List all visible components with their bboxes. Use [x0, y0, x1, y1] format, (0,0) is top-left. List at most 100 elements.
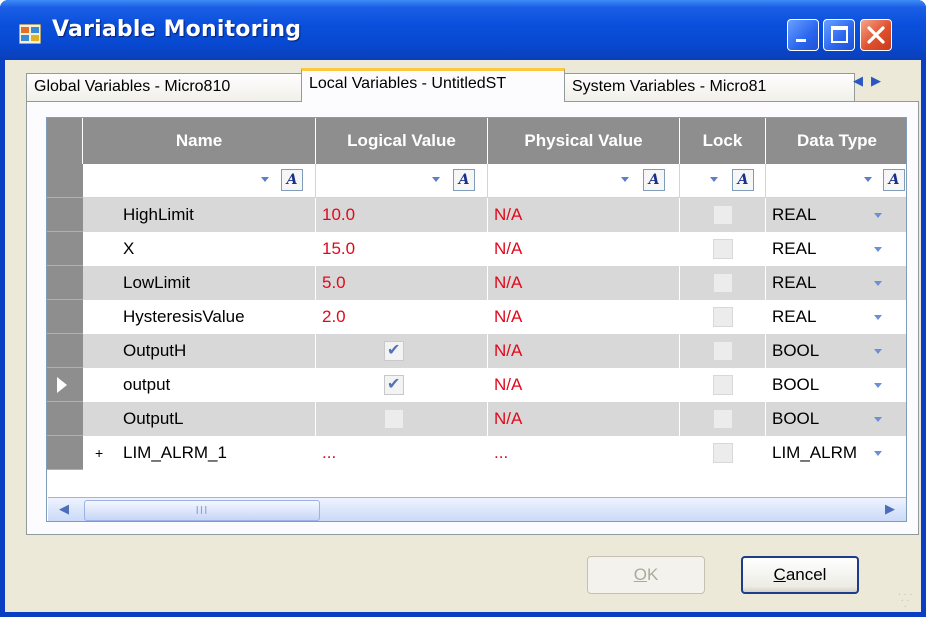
- column-header-physical-value[interactable]: Physical Value: [488, 118, 680, 164]
- table-row[interactable]: X 15.0 N/A REAL: [83, 232, 906, 266]
- text-filter-icon[interactable]: A: [732, 169, 754, 191]
- table-row[interactable]: + LIM_ALRM_1...... LIM_ALRM: [83, 436, 906, 470]
- cell-logical-value[interactable]: [316, 402, 488, 436]
- cell-data-type[interactable]: BOOL: [766, 368, 906, 402]
- row-header[interactable]: [47, 164, 83, 198]
- row-header[interactable]: [47, 198, 83, 232]
- cell-physical-value[interactable]: ...: [488, 436, 680, 470]
- cell-data-type[interactable]: REAL: [766, 198, 906, 232]
- cell-physical-value[interactable]: N/A: [488, 368, 680, 402]
- maximize-button[interactable]: [823, 19, 855, 51]
- table-row[interactable]: LowLimit 5.0 N/A REAL: [83, 266, 906, 300]
- cell-name[interactable]: OutputL: [83, 402, 316, 436]
- column-header-data-type[interactable]: Data Type: [766, 118, 906, 164]
- cell-physical-value[interactable]: N/A: [488, 266, 680, 300]
- row-header[interactable]: [47, 232, 83, 266]
- physical-value-filter-cell[interactable]: A: [488, 164, 680, 198]
- lock-checkbox[interactable]: [713, 239, 733, 259]
- lock-checkbox[interactable]: [713, 273, 733, 293]
- lock-checkbox[interactable]: [713, 375, 733, 395]
- lock-filter-cell[interactable]: A: [680, 164, 766, 198]
- minimize-button[interactable]: [787, 19, 819, 51]
- column-header-logical-value[interactable]: Logical Value: [316, 118, 488, 164]
- text-filter-icon[interactable]: A: [453, 169, 475, 191]
- chevron-left-icon[interactable]: ◀: [853, 74, 871, 89]
- cell-physical-value[interactable]: N/A: [488, 198, 680, 232]
- chevron-down-icon[interactable]: [621, 177, 629, 182]
- cell-logical-value[interactable]: ...: [316, 436, 488, 470]
- chevron-down-icon[interactable]: [432, 177, 440, 182]
- cell-physical-value[interactable]: N/A: [488, 334, 680, 368]
- cell-data-type[interactable]: BOOL: [766, 402, 906, 436]
- logical-value-checkbox[interactable]: [384, 409, 404, 429]
- title-bar[interactable]: Variable Monitoring: [0, 0, 926, 60]
- cancel-button[interactable]: Cancel: [741, 556, 859, 594]
- chevron-down-icon[interactable]: [874, 315, 882, 320]
- cell-data-type[interactable]: LIM_ALRM: [766, 436, 906, 470]
- row-header[interactable]: [47, 402, 83, 436]
- cell-logical-value[interactable]: 10.0: [316, 198, 488, 232]
- text-filter-icon[interactable]: A: [643, 169, 665, 191]
- lock-checkbox[interactable]: [713, 341, 733, 361]
- cell-physical-value[interactable]: N/A: [488, 402, 680, 436]
- data-type-filter-cell[interactable]: A: [766, 164, 906, 198]
- resize-grip-icon[interactable]: . . . . . .: [898, 589, 916, 610]
- cell-logical-value[interactable]: 15.0: [316, 232, 488, 266]
- chevron-down-icon[interactable]: [874, 383, 882, 388]
- cell-name[interactable]: LowLimit: [83, 266, 316, 300]
- tab-local-variables[interactable]: Local Variables - UntitledST: [301, 68, 565, 102]
- ok-button[interactable]: OK: [587, 556, 705, 594]
- lock-checkbox[interactable]: [713, 443, 733, 463]
- row-header[interactable]: [47, 334, 83, 368]
- scroll-left-icon[interactable]: ◀: [54, 500, 74, 520]
- cell-logical-value[interactable]: [316, 334, 488, 368]
- lock-checkbox[interactable]: [713, 409, 733, 429]
- chevron-down-icon[interactable]: [874, 349, 882, 354]
- column-header-lock[interactable]: Lock: [680, 118, 766, 164]
- text-filter-icon[interactable]: A: [281, 169, 303, 191]
- cell-name[interactable]: output: [83, 368, 316, 402]
- row-header[interactable]: [47, 266, 83, 300]
- row-header[interactable]: [47, 368, 83, 402]
- horizontal-scrollbar[interactable]: ◀ III ▶: [48, 497, 906, 521]
- cell-data-type[interactable]: BOOL: [766, 334, 906, 368]
- tab-global-variables[interactable]: Global Variables - Micro810: [26, 73, 302, 102]
- chevron-down-icon[interactable]: [874, 213, 882, 218]
- name-filter-cell[interactable]: A: [83, 164, 316, 198]
- cell-name[interactable]: + LIM_ALRM_1: [83, 436, 316, 470]
- lock-checkbox[interactable]: [713, 307, 733, 327]
- cell-name[interactable]: X: [83, 232, 316, 266]
- cell-physical-value[interactable]: N/A: [488, 232, 680, 266]
- logical-value-checkbox[interactable]: [384, 341, 404, 361]
- text-filter-icon[interactable]: A: [883, 169, 905, 191]
- lock-checkbox[interactable]: [713, 205, 733, 225]
- chevron-down-icon[interactable]: [874, 281, 882, 286]
- cell-name[interactable]: HighLimit: [83, 198, 316, 232]
- cell-name[interactable]: HysteresisValue: [83, 300, 316, 334]
- chevron-right-icon[interactable]: ▶: [871, 74, 889, 89]
- cell-data-type[interactable]: REAL: [766, 232, 906, 266]
- cell-logical-value[interactable]: 5.0: [316, 266, 488, 300]
- scroll-thumb[interactable]: III: [84, 500, 320, 521]
- tab-system-variables[interactable]: System Variables - Micro81: [564, 73, 855, 102]
- table-row[interactable]: OutputH N/A BOOL: [83, 334, 906, 368]
- expand-icon[interactable]: +: [95, 436, 103, 470]
- chevron-down-icon[interactable]: [874, 451, 882, 456]
- table-row[interactable]: HysteresisValue 2.0 N/A REAL: [83, 300, 906, 334]
- cell-name[interactable]: OutputH: [83, 334, 316, 368]
- cell-physical-value[interactable]: N/A: [488, 300, 680, 334]
- chevron-down-icon[interactable]: [874, 417, 882, 422]
- row-header[interactable]: [47, 436, 83, 470]
- cell-logical-value[interactable]: [316, 368, 488, 402]
- scroll-right-icon[interactable]: ▶: [880, 500, 900, 520]
- logical-value-checkbox[interactable]: [384, 375, 404, 395]
- table-row[interactable]: OutputL N/A BOOL: [83, 402, 906, 436]
- cell-data-type[interactable]: REAL: [766, 300, 906, 334]
- cell-data-type[interactable]: REAL: [766, 266, 906, 300]
- chevron-down-icon[interactable]: [261, 177, 269, 182]
- column-header-name[interactable]: Name: [83, 118, 316, 164]
- chevron-down-icon[interactable]: [874, 247, 882, 252]
- cell-logical-value[interactable]: 2.0: [316, 300, 488, 334]
- table-row[interactable]: output N/A BOOL: [83, 368, 906, 402]
- chevron-down-icon[interactable]: [710, 177, 718, 182]
